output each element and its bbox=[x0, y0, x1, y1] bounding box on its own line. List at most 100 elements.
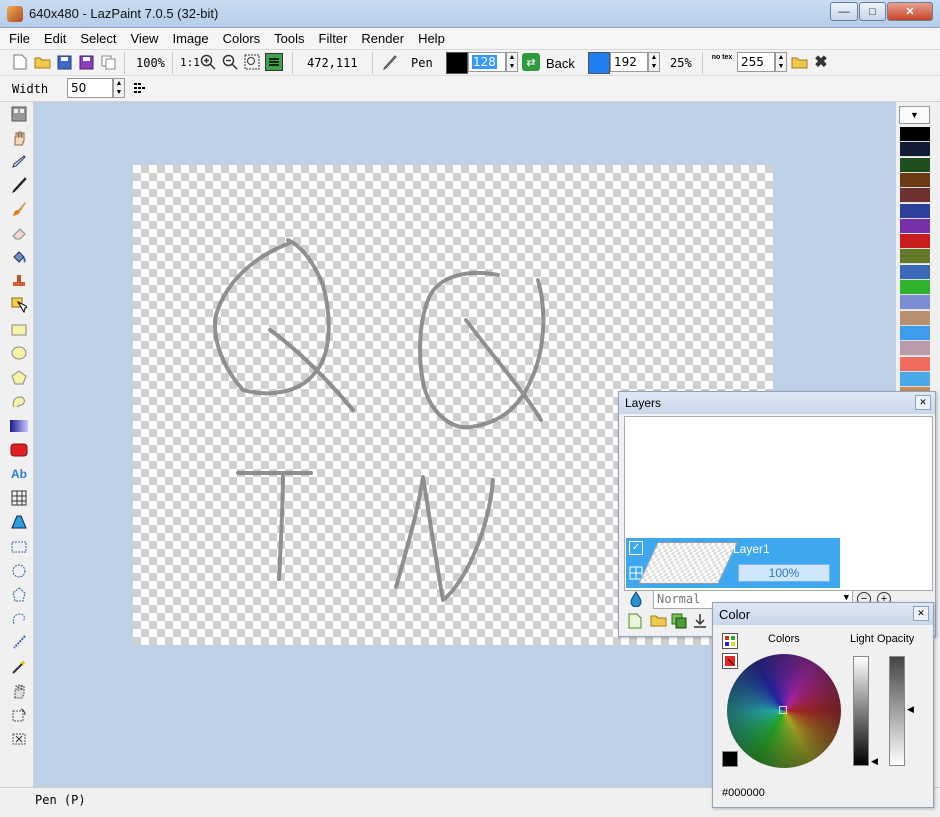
color-mode-icon[interactable] bbox=[722, 633, 738, 649]
palette-swatch[interactable] bbox=[900, 127, 930, 142]
close-button[interactable]: ✕ bbox=[887, 2, 933, 21]
deformation-grid-tool-icon[interactable] bbox=[8, 488, 30, 508]
new-file-icon[interactable] bbox=[11, 53, 29, 71]
opacity-slider[interactable] bbox=[889, 656, 905, 766]
layers-close-button[interactable]: ✕ bbox=[915, 395, 931, 410]
menu-edit[interactable]: Edit bbox=[44, 31, 66, 46]
select-rectangle-tool-icon[interactable] bbox=[8, 537, 30, 557]
brush-tool-icon[interactable] bbox=[8, 199, 30, 219]
pen-tool-icon[interactable] bbox=[8, 175, 30, 195]
pen-color-swatch[interactable] bbox=[446, 52, 468, 74]
import-layer-icon[interactable] bbox=[650, 613, 667, 630]
save-icon[interactable] bbox=[55, 53, 73, 71]
palette-swatch[interactable] bbox=[900, 341, 930, 357]
texture-alpha-spinner[interactable]: ▲ ▼ bbox=[775, 52, 787, 72]
phong-shape-tool-icon[interactable] bbox=[8, 440, 30, 460]
pen-alpha-input[interactable]: 128 bbox=[468, 52, 506, 72]
load-texture-icon[interactable] bbox=[790, 53, 808, 71]
text-tool-icon[interactable]: Ab bbox=[8, 464, 30, 484]
opacity-slider-thumb[interactable]: ◀ bbox=[907, 704, 914, 715]
menu-image[interactable]: Image bbox=[172, 31, 208, 46]
layer-mapping-tool-icon[interactable] bbox=[8, 512, 30, 532]
rectangle-tool-icon[interactable] bbox=[8, 320, 30, 340]
pen-width-input[interactable]: 50 bbox=[67, 78, 113, 98]
duplicate-layer-icon[interactable] bbox=[671, 613, 687, 632]
gradient-tool-icon[interactable] bbox=[8, 416, 30, 436]
pen-width-spinner[interactable]: ▲ ▼ bbox=[113, 78, 125, 98]
back-alpha-spinner[interactable]: ▲ ▼ bbox=[648, 52, 660, 72]
menu-select[interactable]: Select bbox=[80, 31, 116, 46]
palette-swatch[interactable] bbox=[900, 249, 930, 265]
merge-layer-down-icon[interactable] bbox=[692, 613, 708, 632]
no-texture-button[interactable]: no tex bbox=[711, 54, 733, 72]
palette-swatch[interactable] bbox=[900, 234, 930, 250]
flood-fill-tool-icon[interactable] bbox=[8, 247, 30, 267]
palette-swatch[interactable] bbox=[900, 203, 930, 219]
layer-row[interactable]: ✓ Layer1 100% bbox=[626, 538, 840, 588]
remove-texture-icon[interactable]: ✖ bbox=[812, 53, 830, 71]
palette-swatch[interactable] bbox=[900, 188, 930, 204]
palette-swatch[interactable] bbox=[900, 157, 930, 173]
select-pen-tool-icon[interactable] bbox=[8, 633, 30, 653]
minimize-button[interactable]: — bbox=[830, 2, 858, 21]
pen-alpha-spinner[interactable]: ▲ ▼ bbox=[506, 52, 518, 72]
palette-swatch[interactable] bbox=[900, 142, 930, 158]
zoom-fit-icon[interactable] bbox=[243, 53, 261, 71]
palette-swatch[interactable] bbox=[900, 310, 930, 326]
pen-style-icon[interactable] bbox=[131, 79, 149, 97]
light-slider-thumb[interactable]: ◀ bbox=[871, 756, 878, 767]
select-polygon-tool-icon[interactable] bbox=[8, 585, 30, 605]
zoom-ratio-button[interactable]: 1:1 bbox=[180, 56, 200, 69]
add-layer-icon[interactable] bbox=[628, 613, 642, 632]
palette-swatch[interactable] bbox=[900, 280, 930, 295]
clone-stamp-tool-icon[interactable] bbox=[8, 271, 30, 291]
zoom-in-icon[interactable] bbox=[199, 53, 217, 71]
color-wheel[interactable] bbox=[727, 654, 841, 768]
back-color-swatch[interactable] bbox=[588, 52, 610, 74]
move-layer-tool-icon[interactable] bbox=[8, 104, 30, 124]
copy-icon[interactable] bbox=[99, 53, 117, 71]
menu-file[interactable]: File bbox=[9, 31, 30, 46]
magic-wand-tool-icon[interactable] bbox=[8, 657, 30, 677]
layer-visible-checkbox[interactable]: ✓ bbox=[629, 541, 643, 555]
deselect-tool-icon[interactable] bbox=[8, 729, 30, 749]
back-alpha-input[interactable]: 192 bbox=[610, 52, 648, 72]
color-picker-mode-icon[interactable] bbox=[722, 653, 738, 669]
zoom-out-icon[interactable] bbox=[221, 53, 239, 71]
menu-filter[interactable]: Filter bbox=[319, 31, 348, 46]
layers-toggle-icon[interactable] bbox=[265, 53, 283, 71]
select-ellipse-tool-icon[interactable] bbox=[8, 561, 30, 581]
palette-swatch[interactable] bbox=[900, 218, 930, 234]
select-hand-tool-icon[interactable] bbox=[8, 681, 30, 701]
swap-colors-icon[interactable]: ⇄ bbox=[522, 53, 540, 71]
palette-swatch[interactable] bbox=[900, 295, 930, 311]
color-picker-tool-icon[interactable] bbox=[8, 152, 30, 172]
light-slider[interactable] bbox=[853, 656, 869, 766]
maximize-button[interactable]: □ bbox=[859, 2, 886, 21]
menu-view[interactable]: View bbox=[131, 31, 159, 46]
ellipse-tool-icon[interactable] bbox=[8, 343, 30, 363]
palette-swatch[interactable] bbox=[900, 371, 930, 387]
color-hex-value[interactable]: #000000 bbox=[722, 787, 765, 799]
palette-swatch[interactable] bbox=[900, 356, 930, 372]
texture-alpha-input[interactable]: 255 bbox=[737, 52, 775, 72]
eraser-tool-icon[interactable] bbox=[8, 223, 30, 243]
spline-tool-icon[interactable] bbox=[8, 392, 30, 412]
edit-shape-tool-icon[interactable] bbox=[8, 295, 30, 315]
rotate-selection-tool-icon[interactable] bbox=[8, 705, 30, 725]
select-spline-tool-icon[interactable] bbox=[8, 609, 30, 629]
hand-tool-icon[interactable] bbox=[8, 128, 30, 148]
menu-render[interactable]: Render bbox=[361, 31, 404, 46]
open-folder-icon[interactable] bbox=[33, 53, 51, 71]
menu-tools[interactable]: Tools bbox=[274, 31, 304, 46]
palette-menu-button[interactable]: ▼ bbox=[899, 106, 930, 124]
menu-help[interactable]: Help bbox=[418, 31, 445, 46]
menu-colors[interactable]: Colors bbox=[223, 31, 261, 46]
polygon-tool-icon[interactable] bbox=[8, 368, 30, 388]
palette-swatch[interactable] bbox=[900, 264, 930, 280]
palette-swatch[interactable] bbox=[900, 172, 930, 188]
save-as-icon[interactable] bbox=[77, 53, 95, 71]
layer-opacity[interactable]: 100% bbox=[738, 564, 830, 582]
palette-swatch[interactable] bbox=[900, 325, 930, 341]
color-close-button[interactable]: ✕ bbox=[913, 606, 929, 621]
